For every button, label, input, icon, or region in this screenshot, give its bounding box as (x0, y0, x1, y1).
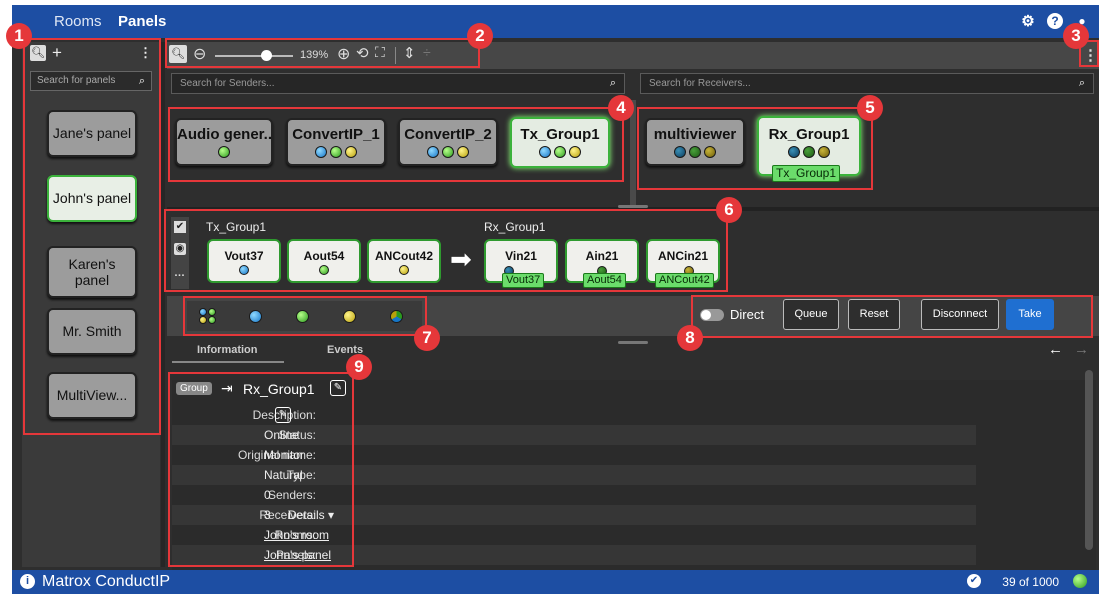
nav-panels[interactable]: Panels (118, 13, 166, 30)
callout-number: 9 (346, 354, 372, 380)
callout-number: 8 (677, 325, 703, 351)
help-icon[interactable]: ? (1047, 13, 1063, 29)
receivers-search-placeholder: Search for Receivers... (649, 78, 751, 89)
drag-handle[interactable] (618, 341, 648, 344)
callout-box (164, 209, 728, 292)
callout-box (168, 372, 354, 567)
callout-number: 6 (716, 197, 742, 223)
callout-box (637, 107, 873, 190)
callout-box (165, 38, 480, 68)
drag-handle[interactable] (618, 205, 648, 208)
splitter[interactable] (630, 100, 636, 210)
callout-number: 5 (857, 95, 883, 121)
active-tab-indicator (172, 361, 284, 363)
license-check-icon: ✔ (967, 574, 981, 588)
callout-number: 3 (1063, 23, 1089, 49)
gear-icon[interactable]: ⚙ (1019, 12, 1037, 30)
search-icon[interactable]: ⌕ (1079, 74, 1085, 93)
brand-logo: Matrox ConductIP (42, 573, 171, 590)
callout-box (23, 38, 161, 435)
arrow-right-icon[interactable]: → (1074, 341, 1089, 358)
receivers-search-input[interactable]: Search for Receivers... ⌕ (640, 73, 1094, 94)
callout-box (168, 107, 624, 182)
top-bar: Rooms Panels ⚙ ? ● (12, 5, 1099, 38)
callout-number: 4 (608, 95, 634, 121)
nav-rooms[interactable]: Rooms (54, 13, 102, 30)
status-bar: i Matrox ConductIP ✔ 39 of 1000 (12, 570, 1099, 594)
scrollbar[interactable] (1085, 370, 1093, 550)
callout-box (183, 296, 427, 336)
callout-number: 7 (414, 325, 440, 351)
info-icon[interactable]: i (20, 574, 35, 589)
senders-search-placeholder: Search for Senders... (180, 78, 275, 89)
callout-number: 2 (467, 23, 493, 49)
license-count: 39 of 1000 (1002, 575, 1059, 589)
search-icon[interactable]: ⌕ (610, 74, 616, 93)
senders-search-input[interactable]: Search for Senders... ⌕ (171, 73, 625, 94)
callout-number: 1 (6, 23, 32, 49)
splitter[interactable] (161, 42, 165, 567)
tab-information[interactable]: Information (197, 344, 258, 356)
arrow-left-icon[interactable]: ← (1048, 341, 1063, 358)
callout-box (691, 295, 1093, 338)
system-status-icon (1073, 574, 1087, 588)
